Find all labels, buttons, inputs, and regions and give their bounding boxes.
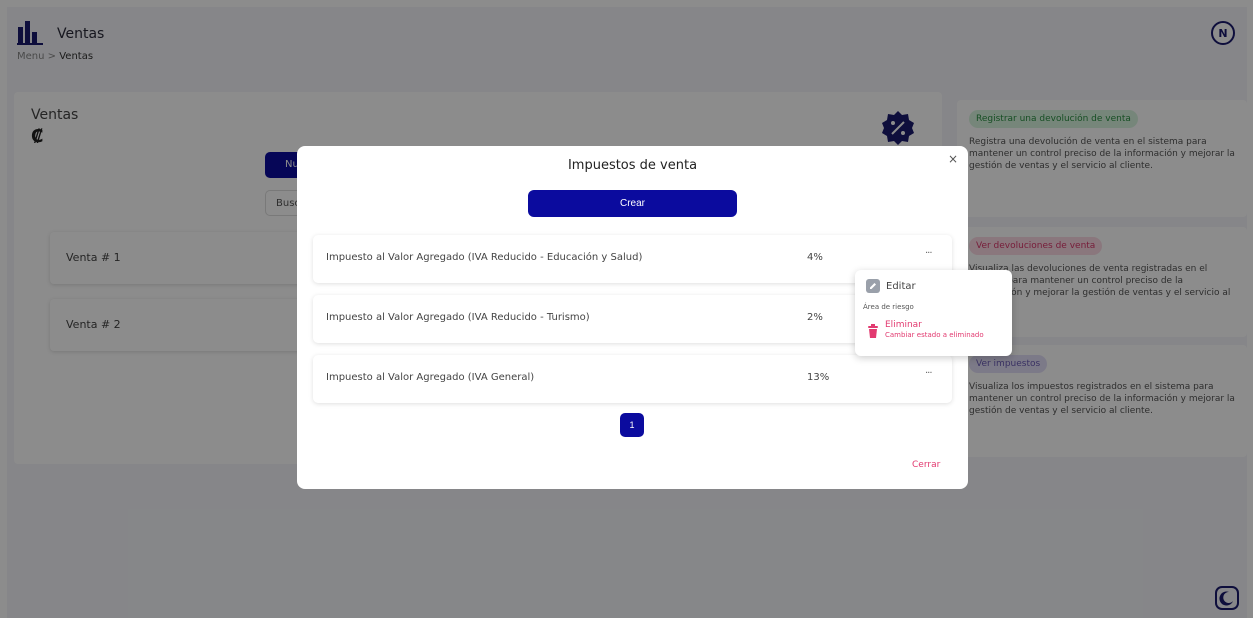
delete-description: Cambiar estado a eliminado [885,331,984,339]
trash-icon [868,324,878,338]
delete-label: Eliminar [885,320,922,330]
create-tax-button[interactable]: Crear [528,190,737,217]
tax-rate: 13% [807,372,830,383]
modal-title: Impuestos de venta [567,158,698,173]
pencil-icon [866,279,880,293]
edit-label: Editar [886,280,916,292]
tax-rate: 4% [807,252,823,263]
more-options-icon[interactable]: ··· [925,248,932,259]
tax-name: Impuesto al Valor Agregado (IVA General) [326,372,535,383]
close-icon[interactable]: × [948,152,958,166]
tax-rate: 2% [807,312,823,323]
tax-actions-menu: Editar Área de riesgo Eliminar Cambiar e… [855,270,1012,356]
more-options-icon[interactable]: ··· [925,368,932,379]
tax-row: Impuesto al Valor Agregado (IVA General)… [313,355,952,403]
close-modal-button[interactable]: Cerrar [912,460,940,470]
risk-section-label: Área de riesgo [863,303,914,311]
pagination-page-button[interactable]: 1 [620,413,644,437]
tax-name: Impuesto al Valor Agregado (IVA Reducido… [326,252,643,263]
delete-menu-item[interactable]: Eliminar Cambiar estado a eliminado [867,320,984,340]
tax-name: Impuesto al Valor Agregado (IVA Reducido… [326,312,590,323]
edit-menu-item[interactable]: Editar [866,279,916,293]
